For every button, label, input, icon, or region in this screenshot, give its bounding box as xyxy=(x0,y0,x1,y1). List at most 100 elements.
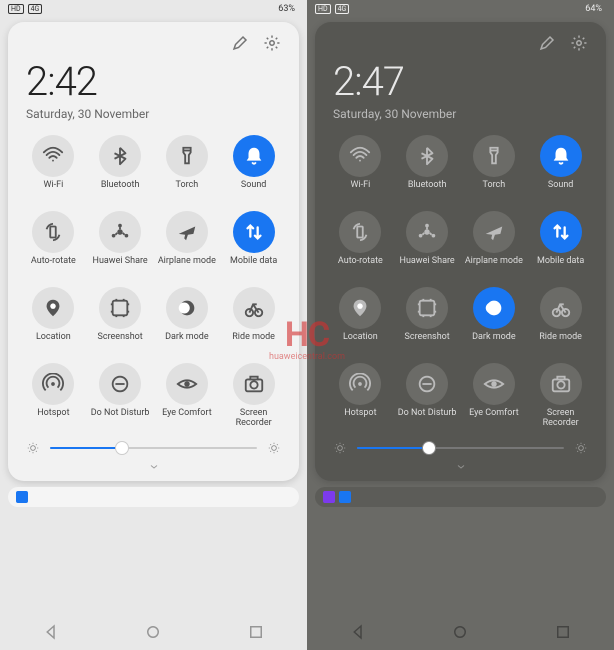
clock-date: Saturday, 30 November xyxy=(329,105,592,133)
tile-autorotate[interactable]: Auto-rotate xyxy=(329,209,392,279)
brightness-high-icon xyxy=(574,441,588,455)
settings-button[interactable] xyxy=(263,34,281,52)
nav-home[interactable] xyxy=(451,623,469,641)
status-bar: HD4G 63% xyxy=(0,0,307,18)
tile-label: Screen Recorder xyxy=(529,409,592,429)
tile-wifi[interactable]: Wi-Fi xyxy=(329,133,392,203)
tile-label: Screen Recorder xyxy=(222,409,285,429)
back-icon xyxy=(349,623,367,641)
screenshot-icon xyxy=(406,287,448,329)
tile-darkmode[interactable]: Dark mode xyxy=(156,285,219,355)
tile-label: Dark mode xyxy=(472,333,516,353)
slider-fill xyxy=(50,447,122,449)
notification-bar[interactable] xyxy=(8,487,299,507)
tile-label: Ride mode xyxy=(539,333,582,353)
tile-huaweishare[interactable]: Huawei Share xyxy=(396,209,459,279)
quick-settings-panel: 2:47 Saturday, 30 November Wi-Fi Bluetoo… xyxy=(315,22,606,481)
notification-bar[interactable] xyxy=(315,487,606,507)
tile-label: Screenshot xyxy=(98,333,143,353)
slider-thumb[interactable] xyxy=(115,441,129,455)
tile-mobiledata[interactable]: Mobile data xyxy=(222,209,285,279)
bell-icon xyxy=(233,135,275,177)
status-badge: 4G xyxy=(28,4,43,14)
tile-label: Location xyxy=(36,333,71,353)
hotspot-icon xyxy=(32,363,74,405)
eye-icon xyxy=(473,363,515,405)
nav-back[interactable] xyxy=(349,623,367,641)
tile-bluetooth[interactable]: Bluetooth xyxy=(89,133,152,203)
share-icon xyxy=(406,211,448,253)
tile-hotspot[interactable]: Hotspot xyxy=(329,361,392,431)
tile-hotspot[interactable]: Hotspot xyxy=(22,361,85,431)
notification-app-icon xyxy=(339,491,351,503)
tile-label: Mobile data xyxy=(537,257,584,277)
nav-back[interactable] xyxy=(42,623,60,641)
tile-label: Auto-rotate xyxy=(338,257,383,277)
share-icon xyxy=(99,211,141,253)
slider-track[interactable] xyxy=(50,447,257,449)
tile-ridemode[interactable]: Ride mode xyxy=(222,285,285,355)
tile-sound[interactable]: Sound xyxy=(529,133,592,203)
tile-label: Eye Comfort xyxy=(162,409,212,429)
screenshot-icon xyxy=(99,287,141,329)
plane-icon xyxy=(166,211,208,253)
slider-track[interactable] xyxy=(357,447,564,449)
tile-darkmode[interactable]: Dark mode xyxy=(463,285,526,355)
phone-light: HD4G 63% 2:42 Saturday, 30 November Wi-F… xyxy=(0,0,307,650)
nav-recent[interactable] xyxy=(554,623,572,641)
bluetooth-icon xyxy=(99,135,141,177)
dnd-icon xyxy=(406,363,448,405)
edit-button[interactable] xyxy=(231,34,249,52)
tile-eyecomfort[interactable]: Eye Comfort xyxy=(156,361,219,431)
home-icon xyxy=(144,623,162,641)
status-badge: HD xyxy=(8,4,24,14)
tile-recorder[interactable]: Screen Recorder xyxy=(529,361,592,431)
tile-autorotate[interactable]: Auto-rotate xyxy=(22,209,85,279)
tile-torch[interactable]: Torch xyxy=(156,133,219,203)
tile-huaweishare[interactable]: Huawei Share xyxy=(89,209,152,279)
tile-eyecomfort[interactable]: Eye Comfort xyxy=(463,361,526,431)
tile-label: Torch xyxy=(176,181,199,201)
brightness-slider[interactable] xyxy=(329,431,592,457)
nav-bar xyxy=(0,614,307,650)
tile-bluetooth[interactable]: Bluetooth xyxy=(396,133,459,203)
nav-recent[interactable] xyxy=(247,623,265,641)
edit-button[interactable] xyxy=(538,34,556,52)
status-badge: HD xyxy=(315,4,331,14)
tile-dnd[interactable]: Do Not Disturb xyxy=(396,361,459,431)
tile-recorder[interactable]: Screen Recorder xyxy=(222,361,285,431)
tile-dnd[interactable]: Do Not Disturb xyxy=(89,361,152,431)
home-icon xyxy=(451,623,469,641)
recent-icon xyxy=(247,623,265,641)
brightness-slider[interactable] xyxy=(22,431,285,457)
tile-label: Sound xyxy=(548,181,573,201)
settings-button[interactable] xyxy=(570,34,588,52)
tile-label: Torch xyxy=(483,181,506,201)
tile-location[interactable]: Location xyxy=(329,285,392,355)
tile-label: Airplane mode xyxy=(465,257,523,277)
clock-time: 2:42 xyxy=(22,56,285,105)
slider-thumb[interactable] xyxy=(422,441,436,455)
tile-mobiledata[interactable]: Mobile data xyxy=(529,209,592,279)
tile-sound[interactable]: Sound xyxy=(222,133,285,203)
tile-torch[interactable]: Torch xyxy=(463,133,526,203)
tile-label: Huawei Share xyxy=(93,257,148,277)
nav-home[interactable] xyxy=(144,623,162,641)
bluetooth-icon xyxy=(406,135,448,177)
tile-screenshot[interactable]: Screenshot xyxy=(89,285,152,355)
tile-location[interactable]: Location xyxy=(22,285,85,355)
tile-airplane[interactable]: Airplane mode xyxy=(156,209,219,279)
tile-label: Sound xyxy=(241,181,266,201)
panel-collapse-handle[interactable] xyxy=(22,457,285,473)
tile-wifi[interactable]: Wi-Fi xyxy=(22,133,85,203)
brightness-low-icon xyxy=(26,441,40,455)
tiles-grid: Wi-Fi Bluetooth Torch Sound Auto-rotate xyxy=(22,133,285,431)
tile-label: Dark mode xyxy=(165,333,209,353)
tile-airplane[interactable]: Airplane mode xyxy=(463,209,526,279)
tile-screenshot[interactable]: Screenshot xyxy=(396,285,459,355)
tile-ridemode[interactable]: Ride mode xyxy=(529,285,592,355)
ride-icon xyxy=(233,287,275,329)
tile-label: Auto-rotate xyxy=(31,257,76,277)
ride-icon xyxy=(540,287,582,329)
panel-collapse-handle[interactable] xyxy=(329,457,592,473)
